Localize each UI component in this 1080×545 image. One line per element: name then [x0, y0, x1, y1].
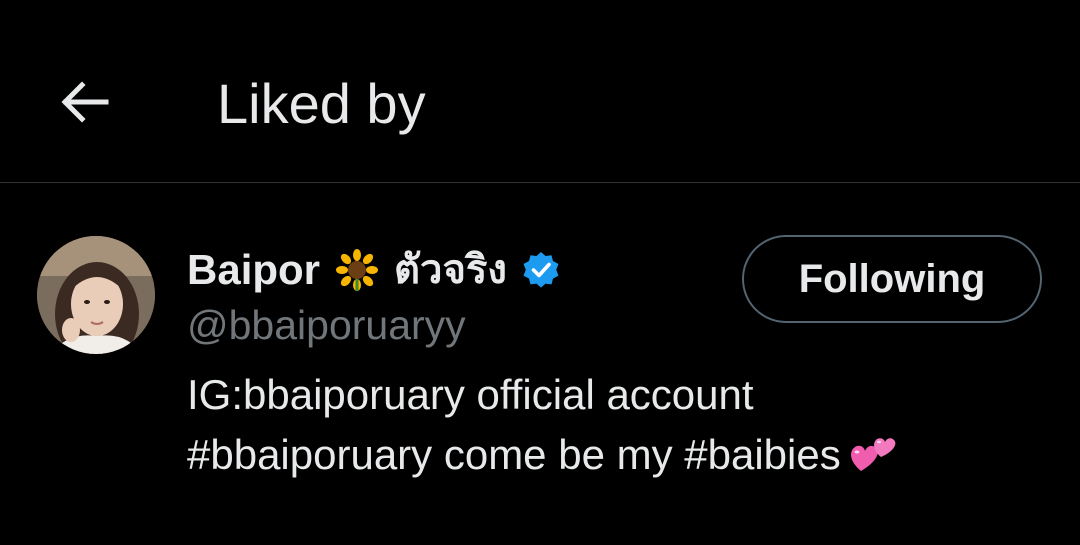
- avatar-photo: [37, 236, 155, 354]
- bio-line-2[interactable]: #bbaiporuary come be my #baibies: [187, 431, 841, 478]
- bio-line-1: IG:bbaiporuary official account: [187, 371, 754, 418]
- display-name-suffix[interactable]: ตัวจริง: [394, 244, 507, 296]
- two-hearts-icon: [850, 438, 896, 471]
- back-button[interactable]: [48, 66, 120, 138]
- avatar[interactable]: [37, 236, 155, 354]
- page-title: Liked by: [217, 72, 426, 135]
- top-bar: Liked by: [0, 0, 1080, 183]
- name-line[interactable]: Baipor ตัวจริง: [187, 244, 561, 296]
- user-bio: IG:bbaiporuary official account #bbaipor…: [187, 365, 1047, 485]
- display-name[interactable]: Baipor: [187, 244, 320, 296]
- user-handle[interactable]: @bbaiporuaryy: [187, 299, 466, 351]
- sunflower-icon: [336, 249, 379, 291]
- arrow-left-icon: [61, 81, 109, 123]
- verified-badge-icon: [523, 252, 559, 288]
- following-button[interactable]: Following: [742, 235, 1042, 323]
- bio-line-2-wrap: #bbaiporuary come be my #baibies: [187, 425, 1047, 485]
- user-cell[interactable]: Baipor ตัวจริง @bbaiporuaryy IG:bbaiporu…: [0, 184, 1080, 545]
